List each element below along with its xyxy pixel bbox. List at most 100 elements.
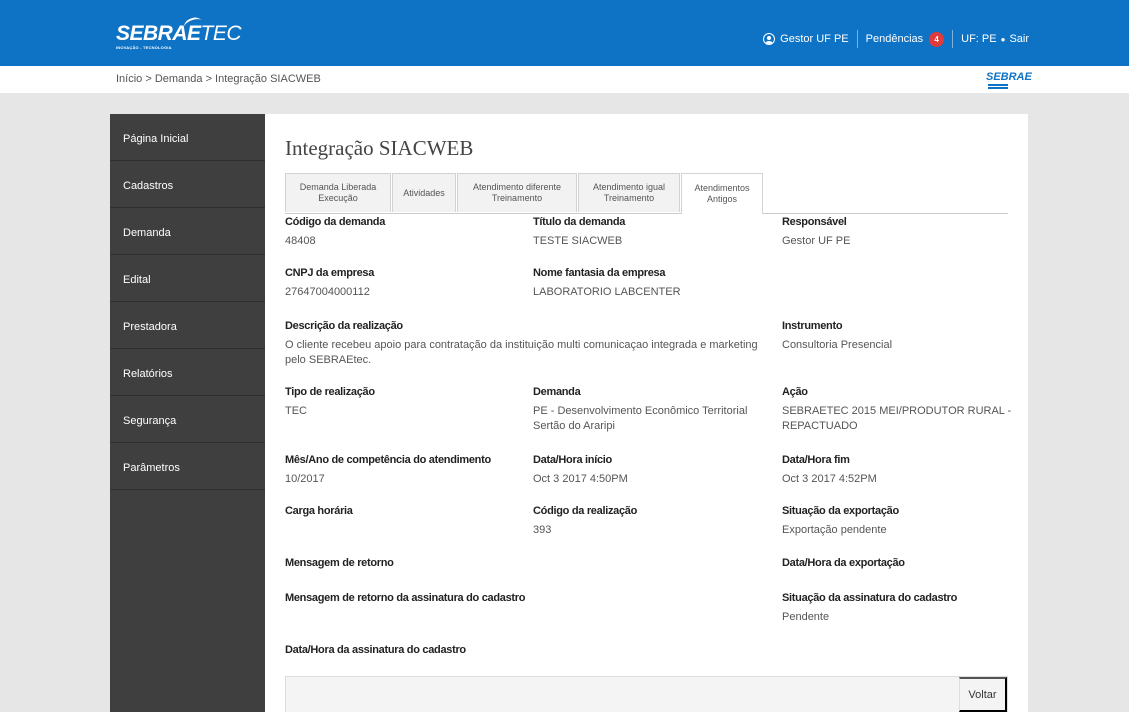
field-acao: Ação SEBRAETEC 2015 MEI/PRODUTOR RURAL -…	[782, 386, 1012, 434]
dot-separator: ●	[1000, 34, 1006, 44]
logout-link[interactable]: Sair	[1009, 33, 1029, 45]
field-value: Oct 3 2017 4:50PM	[533, 473, 628, 485]
tab-label: Execução	[318, 193, 358, 203]
tab-label: Atendimento diferente	[472, 182, 562, 192]
divider	[952, 30, 954, 48]
field-value: 393	[533, 524, 552, 536]
field-value: TESTE SIACWEB	[533, 235, 623, 247]
field-codigo-demanda: Código da demanda 48408	[285, 216, 515, 249]
field-value: Exportação pendente	[782, 524, 887, 536]
tab-label: Demanda Liberada	[299, 182, 377, 192]
field-label: Código da demanda	[285, 216, 386, 228]
tab-atendimento-igual[interactable]: Atendimento igual Treinamento	[578, 173, 680, 212]
field-label: Carga horária	[285, 505, 353, 517]
uf-label: UF: PE	[961, 33, 997, 45]
field-carga-horaria: Carga horária	[285, 505, 515, 523]
field-codigo-realizacao: Código da realização 393	[533, 505, 763, 538]
sidebar-item-parametros[interactable]: Parâmetros	[110, 443, 265, 490]
field-label: Situação da exportação	[782, 505, 899, 517]
field-value: SEBRAETEC 2015 MEI/PRODUTOR RURAL - REPA…	[782, 405, 1012, 432]
field-label: Instrumento	[782, 320, 843, 332]
tab-atendimento-diferente[interactable]: Atendimento diferente Treinamento	[457, 173, 577, 212]
sidebar-item-cadastros[interactable]: Cadastros	[110, 161, 265, 208]
field-value: LABORATORIO LABCENTER	[533, 286, 681, 298]
field-label: Demanda	[533, 386, 581, 398]
sebraetec-logo[interactable]: SEBRAETEC INOVAÇÃO - TECNOLOGIA	[116, 15, 242, 50]
field-demanda: Demanda PE - Desenvolvimento Econômico T…	[533, 386, 763, 434]
tab-bar: Demanda Liberada Execução Atividades Aten…	[285, 173, 1008, 214]
top-header: SEBRAETEC INOVAÇÃO - TECNOLOGIA Gestor U…	[0, 0, 1129, 66]
field-value: O cliente recebeu apoio para contratação…	[285, 339, 758, 366]
field-situacao-exportacao: Situação da exportação Exportação penden…	[782, 505, 1012, 538]
sebrae-logo: SEBRAE	[986, 71, 1032, 89]
user-menu: Gestor UF PE Pendências 4 UF: PE ● Sair	[763, 30, 1029, 48]
tab-atividades[interactable]: Atividades	[392, 173, 456, 212]
field-label: Data/Hora da exportação	[782, 557, 905, 569]
field-value: Oct 3 2017 4:52PM	[782, 473, 877, 485]
field-responsavel: Responsável Gestor UF PE	[782, 216, 1012, 249]
logo-tagline: INOVAÇÃO - TECNOLOGIA	[116, 45, 172, 50]
sidebar-item-prestadora[interactable]: Prestadora	[110, 302, 265, 349]
field-label: Mês/Ano de competência do atendimento	[285, 454, 491, 466]
field-data-fim: Data/Hora fim Oct 3 2017 4:52PM	[782, 454, 1012, 487]
pendencias-link[interactable]: Pendências	[866, 33, 924, 45]
field-label: Nome fantasia da empresa	[533, 267, 666, 279]
breadcrumb[interactable]: Início > Demanda > Integração SIACWEB	[116, 73, 321, 85]
field-value: 27647004000112	[285, 286, 370, 298]
breadcrumb-bar: Início > Demanda > Integração SIACWEB SE…	[0, 66, 1129, 93]
field-label: Descrição da realização	[285, 320, 403, 332]
field-value: Gestor UF PE	[782, 235, 851, 247]
field-label: Responsável	[782, 216, 847, 228]
field-value: Consultoria Presencial	[782, 339, 893, 351]
tab-label: Atendimentos	[694, 183, 750, 193]
field-label: Data/Hora da assinatura do cadastro	[285, 644, 466, 656]
action-bar: Voltar	[285, 676, 1008, 712]
tab-atendimentos-antigos[interactable]: Atendimentos Antigos	[681, 173, 763, 214]
field-mes-ano: Mês/Ano de competência do atendimento 10…	[285, 454, 525, 487]
divider	[856, 30, 858, 48]
field-value: TEC	[285, 405, 307, 417]
field-value: 10/2017	[285, 473, 325, 485]
field-label: CNPJ da empresa	[285, 267, 375, 279]
field-label: Data/Hora fim	[782, 454, 850, 466]
tab-label: Treinamento	[491, 193, 543, 203]
field-value: Pendente	[782, 611, 830, 623]
logo-underline	[988, 84, 1008, 86]
sidebar-item-demanda[interactable]: Demanda	[110, 208, 265, 255]
sidebar-item-seguranca[interactable]: Segurança	[110, 396, 265, 443]
back-button[interactable]: Voltar	[959, 677, 1007, 712]
field-situacao-assinatura: Situação da assinatura do cadastro Pende…	[782, 592, 1012, 625]
field-tipo-realizacao: Tipo de realização TEC	[285, 386, 515, 419]
field-label: Situação da assinatura do cadastro	[782, 592, 958, 604]
tab-label: Antigos	[706, 194, 737, 204]
sebrae-logo-text: SEBRAE	[986, 71, 1032, 83]
field-label: Mensagem de retorno da assinatura do cad…	[285, 592, 526, 604]
main-content: Integração SIACWEB Demanda Liberada Execu…	[265, 114, 1028, 712]
field-nome-fantasia: Nome fantasia da empresa LABORATORIO LAB…	[533, 267, 773, 300]
field-label: Tipo de realização	[285, 386, 375, 398]
field-value: 48408	[285, 235, 316, 247]
field-value: PE - Desenvolvimento Econômico Territori…	[533, 405, 748, 432]
tab-label: Atividades	[403, 187, 445, 198]
field-label: Mensagem de retorno	[285, 557, 394, 569]
sidebar-item-pagina-inicial[interactable]: Página Inicial	[110, 114, 265, 161]
field-titulo-demanda: Título da demanda TESTE SIACWEB	[533, 216, 763, 249]
field-mensagem-retorno: Mensagem de retorno	[285, 557, 585, 575]
user-name[interactable]: Gestor UF PE	[780, 33, 848, 45]
page-title: Integração SIACWEB	[285, 136, 474, 160]
field-data-exportacao: Data/Hora da exportação	[782, 557, 1012, 575]
tab-demanda-liberada[interactable]: Demanda Liberada Execução	[285, 173, 391, 212]
field-label: Título da demanda	[533, 216, 626, 228]
user-icon	[763, 33, 776, 45]
tab-label: Atendimento igual	[592, 182, 666, 192]
field-descricao: Descrição da realização O cliente recebe…	[285, 320, 765, 368]
sidebar-item-relatorios[interactable]: Relatórios	[110, 349, 265, 396]
sidebar-item-edital[interactable]: Edital	[110, 255, 265, 302]
field-data-inicio: Data/Hora início Oct 3 2017 4:50PM	[533, 454, 763, 487]
tab-label: Treinamento	[603, 193, 655, 203]
field-instrumento: Instrumento Consultoria Presencial	[782, 320, 1012, 353]
sidebar: Página Inicial Cadastros Demanda Edital …	[110, 114, 265, 712]
pendencias-badge[interactable]: 4	[929, 31, 945, 47]
logo-underline	[988, 87, 1008, 89]
field-label: Código da realização	[533, 505, 638, 517]
